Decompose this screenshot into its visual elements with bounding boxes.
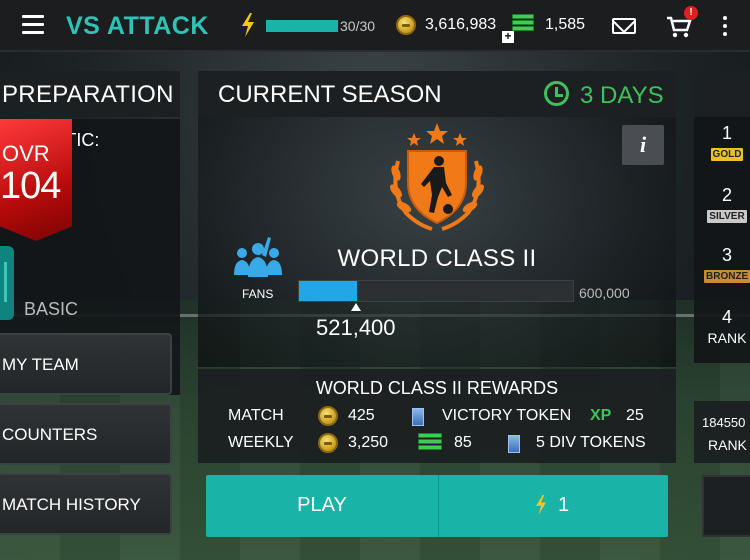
rank-tier-silver: 2 SILVER xyxy=(704,185,750,224)
rank-tier-gold: 1 GOLD xyxy=(704,123,750,162)
rank-tag: SILVER xyxy=(707,210,747,223)
energy-bolt-icon xyxy=(242,13,254,37)
mail-icon[interactable] xyxy=(612,18,636,34)
ovr-value: 104 xyxy=(0,165,61,207)
rank-tag: BRONZE xyxy=(704,270,750,283)
coin-balance: 3,616,983 xyxy=(425,16,497,33)
weekly-coins: 3,250 xyxy=(348,434,389,451)
rank-points-section: 184550 RANK xyxy=(694,401,750,463)
weekly-tokens: 5 DIV TOKENS xyxy=(536,434,646,451)
season-body: i WORLD CLASS II FANS 600,000 521,400 xyxy=(198,117,676,367)
coin-icon xyxy=(318,433,338,453)
info-button[interactable]: i xyxy=(622,125,664,165)
match-token: VICTORY TOKEN xyxy=(442,407,572,424)
rankings-button[interactable] xyxy=(702,475,750,537)
fans-current: 521,400 xyxy=(316,315,396,340)
token-icon xyxy=(412,408,424,426)
match-xp: 25 xyxy=(626,407,644,424)
cash-balance: 1,585 xyxy=(545,16,586,33)
ovr-label: OVR xyxy=(2,141,50,166)
season-title: CURRENT SEASON xyxy=(218,81,442,108)
rank-tiers: 1 GOLD 2 SILVER 3 BRONZE 4 RANK xyxy=(694,117,750,363)
ranking-panel: 1 GOLD 2 SILVER 3 BRONZE 4 RANK 184550 R… xyxy=(694,71,750,541)
rank-tier-bronze: 3 BRONZE xyxy=(704,245,750,284)
current-season-panel: CURRENT SEASON 3 DAYS i WORLD CLASS II F… xyxy=(198,71,676,541)
cash-icon xyxy=(418,433,442,453)
preparation-header: PREPARATION xyxy=(0,71,180,117)
token-icon xyxy=(508,435,520,453)
fans-progress-bar xyxy=(298,280,574,302)
fans-target: 600,000 xyxy=(579,285,630,301)
play-cost-value: 1 xyxy=(558,494,570,516)
counters-button[interactable]: COUNTERS xyxy=(0,403,172,465)
preparation-title: PREPARATION xyxy=(2,81,174,108)
more-options-icon[interactable] xyxy=(722,16,728,38)
season-header: CURRENT SEASON 3 DAYS xyxy=(198,71,676,117)
energy-count: 30/30 xyxy=(340,18,376,34)
days-remaining: 3 DAYS xyxy=(580,82,664,109)
preparation-panel: PREPARATION VE TACTIC: OVR 104 BASIC MY … xyxy=(0,71,180,560)
energy-bar xyxy=(266,20,338,32)
play-label: PLAY xyxy=(297,494,347,516)
rank-number: 4 xyxy=(721,307,732,327)
ranking-header xyxy=(694,71,750,117)
rank-number: 2 xyxy=(721,185,732,205)
fans-icon xyxy=(234,237,282,277)
play-button[interactable]: PLAY 1 xyxy=(206,475,668,537)
clock-icon xyxy=(544,81,569,106)
menu-icon[interactable] xyxy=(22,15,44,35)
my-team-button[interactable]: MY TEAM xyxy=(0,333,172,395)
tactic-carousel-handle[interactable] xyxy=(0,246,14,320)
weekly-label: WEEKLY xyxy=(228,434,294,451)
counters-label: COUNTERS xyxy=(2,425,98,444)
add-cash-button[interactable]: + xyxy=(502,30,514,43)
rewards-title: WORLD CLASS II REWARDS xyxy=(315,378,559,398)
xp-label: XP xyxy=(590,407,612,424)
play-cost: 1 xyxy=(438,475,668,537)
rank-number: 3 xyxy=(721,245,732,265)
progress-marker xyxy=(350,303,361,311)
my-team-label: MY TEAM xyxy=(2,355,79,374)
energy-bolt-icon xyxy=(536,495,546,515)
weekly-rewards-row: WEEKLY 3,250 85 5 DIV TOKENS xyxy=(198,433,676,458)
rank-number: 1 xyxy=(721,123,732,143)
division-badge-icon xyxy=(390,123,484,231)
match-history-label: MATCH HISTORY xyxy=(2,495,141,514)
cash-icon xyxy=(512,14,534,34)
rewards-section: WORLD CLASS II REWARDS MATCH 425 VICTORY… xyxy=(198,369,676,463)
cart-alert-badge: ! xyxy=(684,6,698,20)
match-label: MATCH xyxy=(228,407,284,424)
rank-tag: GOLD xyxy=(710,148,744,161)
coin-icon xyxy=(318,406,338,426)
fans-label: FANS xyxy=(242,287,274,301)
rank-tier-4: 4 RANK xyxy=(704,307,750,346)
tactic-name: BASIC xyxy=(24,299,79,319)
top-bar: VS ATTACK 30/30 3,616,983 + 1,585 ! xyxy=(0,0,750,52)
rank-points-label: RANK xyxy=(708,437,747,453)
match-rewards-row: MATCH 425 VICTORY TOKEN XP 25 xyxy=(198,406,676,431)
rank-label: RANK xyxy=(707,330,747,346)
weekly-cash: 85 xyxy=(454,434,472,451)
fans-progress-fill xyxy=(299,281,357,301)
rank-points: 184550 xyxy=(702,415,746,430)
coin-icon xyxy=(396,15,416,35)
page-title: VS ATTACK xyxy=(66,12,209,40)
match-history-button[interactable]: MATCH HISTORY xyxy=(0,473,172,535)
match-coins: 425 xyxy=(348,407,375,424)
